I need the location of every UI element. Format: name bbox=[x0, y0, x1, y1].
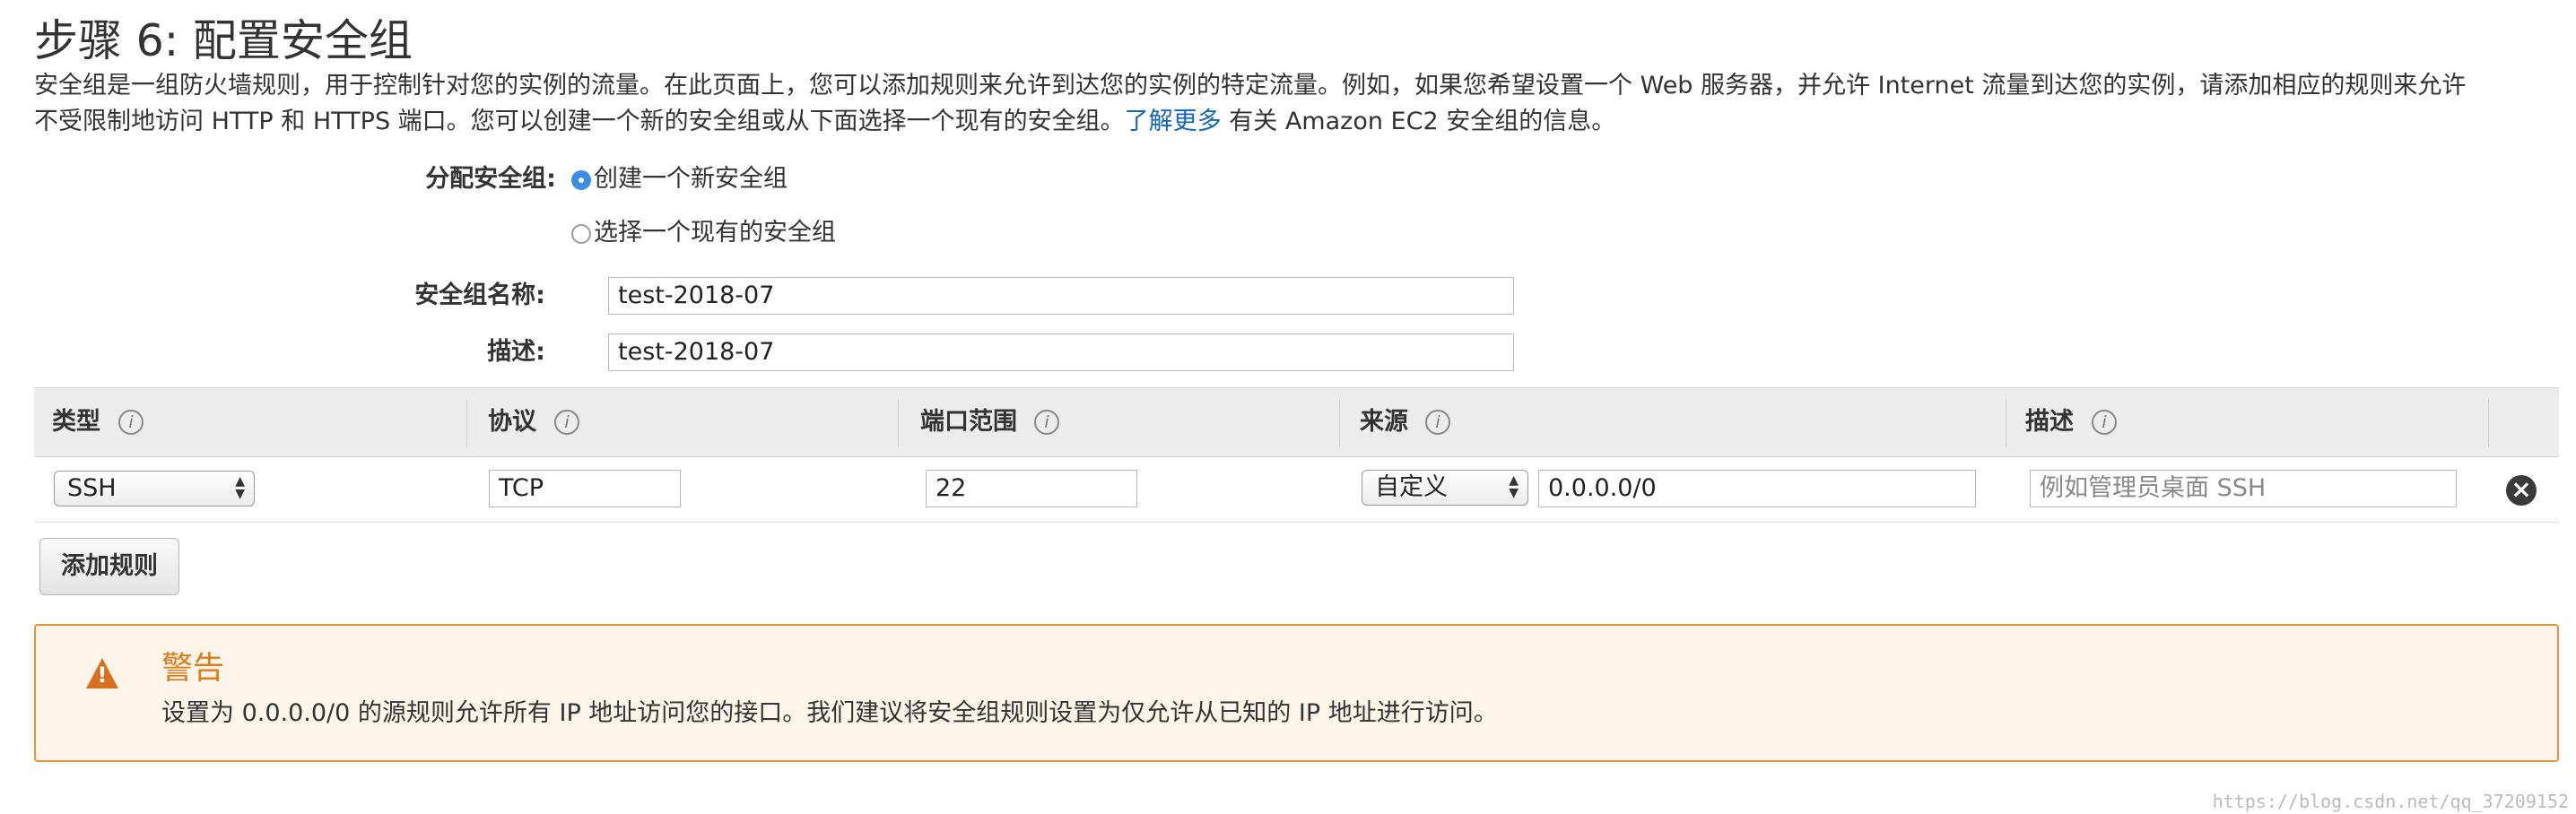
page-description-suffix: 有关 Amazon EC2 安全组的信息。 bbox=[1221, 108, 1616, 135]
rules-table-header: 类型 i 协议 i 端口范围 i 来源 i 描述 i bbox=[34, 387, 2559, 457]
rule-type-select[interactable]: SSH ▲ ▼ bbox=[54, 471, 255, 507]
column-header-description: 描述 bbox=[2025, 408, 2074, 436]
rule-type-value: SSH bbox=[67, 474, 117, 502]
info-icon[interactable]: i bbox=[554, 410, 579, 435]
warning-title: 警告 bbox=[161, 651, 225, 687]
security-group-name-label: 安全组名称: bbox=[414, 281, 545, 309]
remove-rule-icon[interactable]: × bbox=[2506, 475, 2537, 506]
info-icon[interactable]: i bbox=[1425, 410, 1450, 435]
warning-box: ! 警告 设置为 0.0.0.0/0 的源规则允许所有 IP 地址访问您的接口。… bbox=[34, 624, 2559, 762]
learn-more-link[interactable]: 了解更多 bbox=[1125, 108, 1222, 135]
security-group-description-input[interactable]: test-2018-07 bbox=[608, 333, 1514, 371]
watermark: https://blog.csdn.net/qq_37209152 bbox=[2212, 791, 2569, 812]
radio-select-existing-label[interactable]: 选择一个现有的安全组 bbox=[594, 217, 836, 249]
security-group-name-input[interactable]: test-2018-07 bbox=[608, 277, 1514, 315]
select-arrows-icon: ▲ ▼ bbox=[235, 474, 245, 501]
page-description-text: 不受限制地访问 HTTP 和 HTTPS 端口。您可以创建一个新的安全组或从下面… bbox=[34, 108, 1125, 135]
info-icon[interactable]: i bbox=[1034, 410, 1059, 435]
radio-create-new-label[interactable]: 创建一个新安全组 bbox=[594, 163, 788, 195]
radio-create-new[interactable] bbox=[571, 170, 591, 190]
select-arrows-icon: ▲ ▼ bbox=[1509, 473, 1519, 500]
column-divider bbox=[1339, 399, 1340, 447]
column-header-port-range: 端口范围 bbox=[920, 408, 1017, 436]
row-divider bbox=[34, 522, 2559, 523]
rule-port-range-input[interactable]: 22 bbox=[926, 470, 1137, 507]
info-icon[interactable]: i bbox=[118, 410, 144, 435]
column-divider bbox=[466, 399, 467, 447]
rule-source-cidr-input[interactable]: 0.0.0.0/0 bbox=[1538, 470, 1976, 507]
warning-triangle-icon: ! bbox=[86, 658, 118, 688]
info-icon[interactable]: i bbox=[2092, 410, 2117, 435]
column-divider bbox=[2488, 399, 2489, 447]
column-divider bbox=[898, 399, 899, 447]
radio-select-existing[interactable] bbox=[571, 224, 591, 244]
page-title: 步骤 6: 配置安全组 bbox=[34, 15, 413, 66]
rule-description-input[interactable]: 例如管理员桌面 SSH bbox=[2030, 470, 2457, 507]
security-group-description-label: 描述: bbox=[487, 338, 545, 366]
column-header-protocol: 协议 bbox=[488, 408, 536, 436]
column-header-source: 来源 bbox=[1360, 408, 1408, 436]
warning-exclamation: ! bbox=[97, 662, 108, 688]
warning-text: 设置为 0.0.0.0/0 的源规则允许所有 IP 地址访问您的接口。我们建议将… bbox=[161, 699, 1498, 727]
rule-source-select[interactable]: 自定义 ▲ ▼ bbox=[1362, 470, 1528, 506]
column-header-type: 类型 bbox=[52, 408, 100, 436]
page-description-line2: 不受限制地访问 HTTP 和 HTTPS 端口。您可以创建一个新的安全组或从下面… bbox=[34, 106, 1615, 138]
page-description-line1: 安全组是一组防火墙规则，用于控制针对您的实例的流量。在此页面上，您可以添加规则来… bbox=[34, 72, 2467, 100]
assign-security-group-label: 分配安全组: bbox=[425, 165, 556, 193]
rule-source-mode: 自定义 bbox=[1375, 473, 1448, 501]
add-rule-button[interactable]: 添加规则 bbox=[39, 538, 179, 595]
rule-protocol-input[interactable]: TCP bbox=[489, 470, 681, 507]
